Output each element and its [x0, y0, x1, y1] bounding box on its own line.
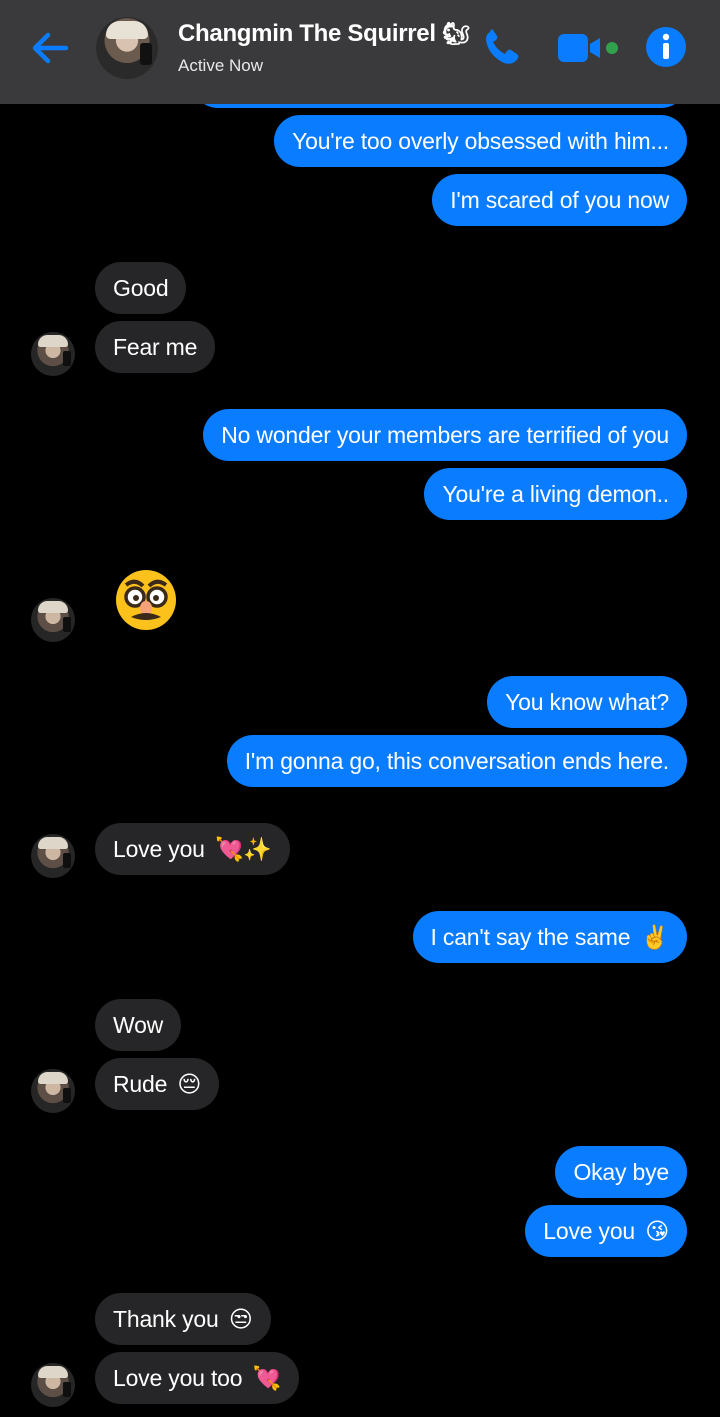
message-text: I can't say the same: [430, 924, 631, 950]
message-text: Love you: [113, 836, 205, 862]
message-emoji: 😒: [228, 1306, 253, 1332]
contact-name-text: Changmin The Squirrel: [178, 20, 436, 47]
chat-header: Changmin The Squirrel 🐿 Active Now: [0, 0, 720, 104]
outgoing-message[interactable]: I'm scared of you now: [432, 174, 687, 226]
outgoing-message[interactable]: You're too overly obsessed with him...: [274, 115, 687, 167]
message-emoji: ✌️: [640, 924, 670, 950]
outgoing-message[interactable]: Love you 😘: [525, 1205, 687, 1257]
outgoing-message[interactable]: You know what?: [487, 676, 687, 728]
message-text: Fear me: [113, 334, 198, 360]
incoming-message[interactable]: Fear me: [95, 321, 216, 373]
outgoing-message[interactable]: Okay bye: [555, 1146, 687, 1198]
message-text: Thank you: [113, 1306, 219, 1332]
incoming-message[interactable]: Love you 💘✨: [95, 823, 290, 875]
message-text: Wow: [113, 1012, 164, 1038]
contact-avatar[interactable]: [31, 834, 75, 878]
incoming-message[interactable]: Good: [95, 262, 187, 314]
message-text: No wonder your members are terrified of …: [221, 422, 669, 448]
active-status: Active Now: [178, 56, 264, 75]
outgoing-message[interactable]: No wonder your members are terrified of …: [203, 409, 687, 461]
incoming-message[interactable]: Wow: [95, 999, 182, 1051]
message-text: I'm scared of you now: [450, 187, 669, 213]
contact-name[interactable]: Changmin The Squirrel 🐿: [178, 20, 470, 48]
incoming-message[interactable]: Rude 😔: [95, 1058, 220, 1110]
incoming-message[interactable]: Thank you 😒: [95, 1293, 271, 1345]
outgoing-message[interactable]: I'm gonna go, this conversation ends her…: [226, 735, 687, 787]
message-emoji: 💘✨: [214, 836, 272, 862]
message-text: You know what?: [505, 689, 669, 715]
contact-avatar[interactable]: [31, 598, 75, 642]
back-arrow-icon[interactable]: [28, 26, 72, 70]
message-text: Rude: [113, 1071, 168, 1097]
contact-avatar[interactable]: [31, 1069, 75, 1113]
message-text: Okay bye: [573, 1159, 669, 1185]
info-icon[interactable]: [644, 25, 688, 69]
disguised-face-emoji-message[interactable]: [114, 568, 178, 632]
contact-avatar[interactable]: [31, 1363, 75, 1407]
outgoing-message[interactable]: You're a living demon..: [424, 468, 687, 520]
message-text: Love you too: [113, 1365, 243, 1391]
incoming-message[interactable]: Love you too 💘: [95, 1352, 299, 1404]
outgoing-message[interactable]: I can't say the same ✌️: [412, 911, 687, 963]
contact-avatar[interactable]: [31, 332, 75, 376]
message-list[interactable]: You're too overly obsessed with him... I…: [0, 0, 720, 1417]
message-text: You're a living demon..: [442, 481, 669, 507]
message-emoji: 😔: [177, 1071, 202, 1097]
message-emoji: 😘: [645, 1218, 669, 1244]
message-emoji: 💘: [252, 1365, 282, 1391]
contact-avatar-header[interactable]: [96, 17, 158, 79]
message-text: Love you: [543, 1218, 636, 1244]
message-text: You're too overly obsessed with him...: [292, 128, 669, 154]
message-text: I'm gonna go, this conversation ends her…: [244, 748, 670, 774]
voice-call-icon[interactable]: [480, 26, 524, 70]
squirrel-emoji: 🐿: [442, 21, 470, 46]
message-text: Good: [113, 275, 169, 301]
video-call-icon[interactable]: [556, 30, 620, 66]
